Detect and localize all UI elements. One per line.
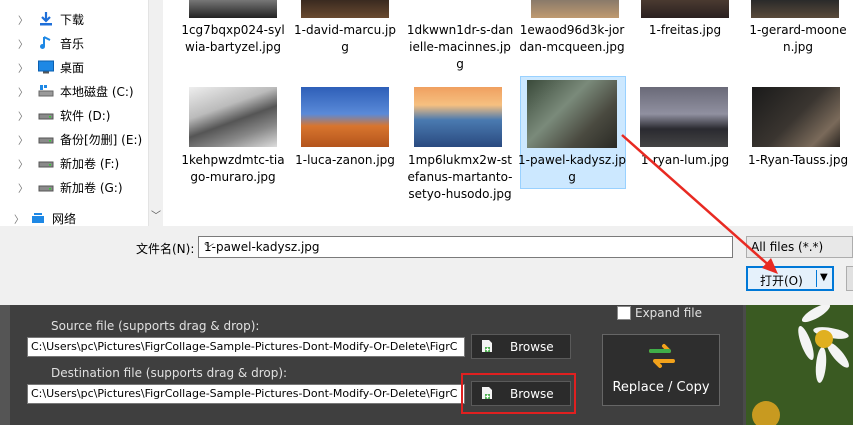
annotation-arrow bbox=[621, 134, 778, 274]
